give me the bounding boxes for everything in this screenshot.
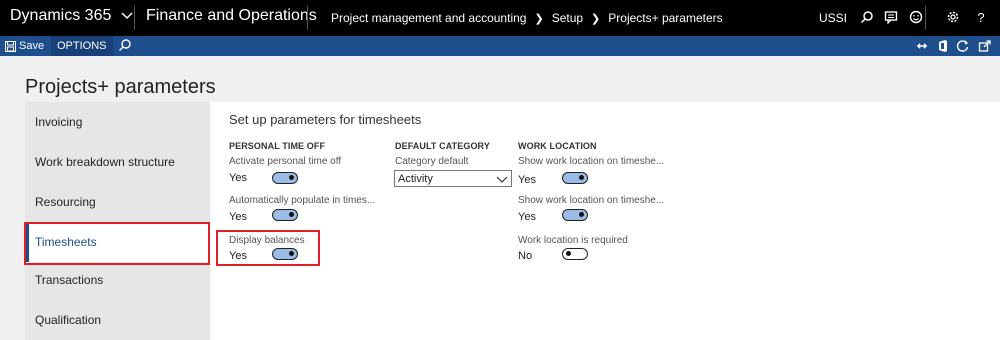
office-icon[interactable] (936, 39, 950, 53)
select-value: Activity (398, 172, 433, 185)
smiley-icon[interactable] (907, 8, 925, 26)
timesheet-parameters-panel: Set up parameters for timesheets PERSONA… (210, 102, 1000, 340)
save-label: Save (19, 40, 45, 52)
toggle-knob (579, 175, 584, 180)
group-title-work-location: WORK LOCATION (518, 141, 597, 151)
field-value: Yes (229, 172, 247, 184)
field-value: Yes (518, 174, 536, 186)
save-button[interactable]: Save (5, 38, 44, 54)
link-icon[interactable] (915, 39, 929, 53)
toggle-knob (289, 175, 294, 180)
chevron-down-icon (121, 12, 133, 20)
sidebar-item-invoicing[interactable]: Invoicing (25, 102, 210, 142)
group-title-default-category: DEFAULT CATEGORY (395, 141, 490, 151)
page-title: Projects+ parameters (25, 76, 216, 98)
divider (134, 6, 135, 30)
show-work-location-toggle-2[interactable] (562, 209, 588, 221)
message-icon[interactable] (882, 8, 900, 26)
breadcrumb: Project management and accounting ❯ Setu… (331, 11, 723, 25)
highlight-box-timesheets (24, 222, 210, 265)
search-icon[interactable] (858, 8, 876, 26)
sidebar-item-work-breakdown-structure[interactable]: Work breakdown structure (25, 142, 210, 182)
app-name: Dynamics 365 (10, 7, 112, 24)
breadcrumb-item[interactable]: Projects+ parameters (608, 11, 722, 25)
category-default-select[interactable]: Activity (394, 170, 512, 187)
breadcrumb-item[interactable]: Project management and accounting (331, 11, 526, 25)
sidebar-item-resourcing[interactable]: Resourcing (25, 182, 210, 222)
toggle-knob (289, 212, 294, 217)
field-value: Yes (229, 211, 247, 223)
open-in-new-window-icon[interactable] (978, 39, 992, 53)
highlight-box-display-balances (216, 230, 320, 266)
top-nav-bar: Dynamics 365 Finance and Operations Proj… (0, 0, 1000, 36)
gear-icon[interactable] (944, 8, 962, 26)
field-label: Show work location on timeshe... (518, 195, 665, 206)
save-icon (5, 40, 16, 52)
field-value: Yes (518, 211, 536, 223)
action-pane: Save OPTIONS (0, 36, 1000, 56)
breadcrumb-item[interactable]: Setup (552, 11, 583, 25)
field-label: Category default (395, 156, 469, 167)
divider (307, 6, 308, 30)
module-name[interactable]: Finance and Operations (146, 7, 317, 25)
field-label: Work location is required (518, 235, 628, 246)
sidebar-item-qualification[interactable]: Qualification (25, 300, 210, 340)
auto-populate-toggle[interactable] (272, 209, 298, 221)
field-label: Activate personal time off (229, 156, 342, 167)
toggle-knob (566, 251, 571, 256)
section-title: Set up parameters for timesheets (229, 112, 422, 127)
sidebar: Invoicing Work breakdown structure Resou… (25, 102, 210, 340)
search-icon[interactable] (118, 38, 132, 55)
sidebar-item-transactions[interactable]: Transactions (25, 260, 210, 300)
toggle-knob (579, 212, 584, 217)
chevron-right-icon: ❯ (591, 12, 601, 25)
group-title-personal-time-off: PERSONAL TIME OFF (229, 141, 326, 151)
field-label: Automatically populate in times... (229, 195, 376, 206)
field-label: Show work location on timeshe... (518, 156, 665, 167)
divider (925, 6, 926, 30)
show-work-location-toggle-1[interactable] (562, 172, 588, 184)
app-switcher[interactable]: Dynamics 365 (10, 7, 133, 25)
help-icon[interactable]: ? (972, 8, 990, 26)
activate-personal-time-off-toggle[interactable] (272, 172, 298, 184)
chevron-down-icon (496, 176, 508, 183)
chevron-right-icon: ❯ (534, 12, 544, 25)
options-tab[interactable]: OPTIONS (51, 36, 113, 56)
field-value: No (518, 250, 533, 262)
refresh-icon[interactable] (956, 39, 970, 53)
work-location-required-toggle[interactable] (562, 248, 588, 260)
company-picker[interactable]: USSI (819, 11, 847, 25)
